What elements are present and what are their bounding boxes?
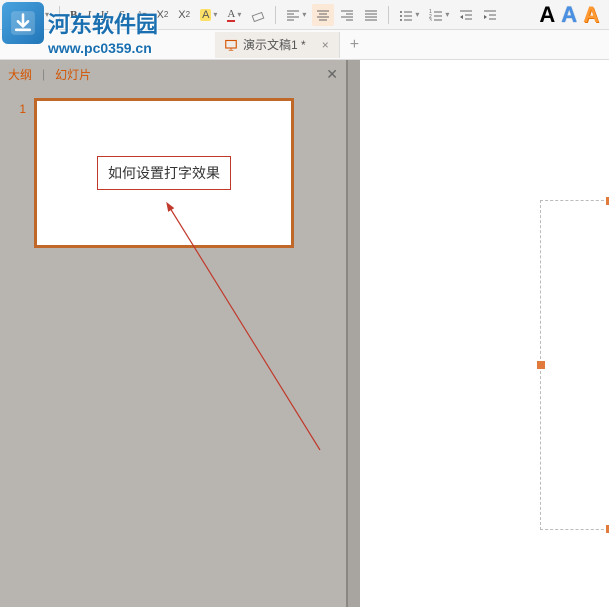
font-sample-3[interactable]: A: [583, 2, 599, 28]
panel-tabs: 大纲 | 幻灯片 ✕: [0, 60, 346, 88]
bullet-list-icon: [399, 9, 413, 21]
align-justify-icon: [364, 9, 378, 21]
textframe-label: 文本框: [10, 7, 43, 23]
close-panel-button[interactable]: ✕: [326, 66, 338, 83]
document-tab[interactable]: 演示文稿1 * ×: [215, 32, 340, 58]
selected-textbox[interactable]: [540, 200, 609, 530]
presentation-icon: [225, 39, 237, 51]
bold-button[interactable]: B: [66, 4, 81, 26]
font-color-button[interactable]: A▾: [223, 4, 245, 26]
strikethrough-button[interactable]: S: [115, 4, 129, 26]
align-right-icon: [340, 9, 354, 21]
dropdown-icon: A▾: [137, 10, 146, 19]
close-tab-button[interactable]: ×: [322, 38, 329, 52]
decrease-indent-icon: [459, 9, 473, 21]
slide-panel: 大纲 | 幻灯片 ✕ 1 如何设置打字效果: [0, 60, 348, 607]
font-sample-1[interactable]: A: [539, 2, 555, 28]
clear-format-button[interactable]: [247, 4, 269, 26]
separator: [275, 6, 276, 24]
underline-button[interactable]: U: [97, 4, 113, 26]
tab-separator: |: [42, 67, 45, 81]
slide-canvas[interactable]: [360, 60, 609, 607]
dropdown-icon: ▾: [213, 10, 217, 19]
thumbnail-row: 1 如何设置打字效果: [16, 98, 330, 248]
resize-handle-left[interactable]: [537, 361, 545, 369]
bullet-list-button[interactable]: ▾: [395, 4, 423, 26]
dropdown-icon: ▾: [302, 10, 306, 19]
separator: [388, 6, 389, 24]
document-tab-title: 演示文稿1 *: [243, 36, 306, 53]
outline-tab[interactable]: 大纲: [8, 66, 32, 83]
document-tab-bar: 演示文稿1 * × +: [0, 30, 609, 60]
align-left-icon: [286, 9, 300, 21]
slide-thumbnail-1[interactable]: 如何设置打字效果: [34, 98, 294, 248]
align-center-icon: [316, 9, 330, 21]
increase-indent-icon: [483, 9, 497, 21]
separator: [59, 6, 60, 24]
dropdown-icon: ▾: [445, 10, 449, 19]
slide-number: 1: [16, 102, 26, 248]
add-tab-button[interactable]: +: [340, 36, 369, 54]
align-center-button[interactable]: [312, 4, 334, 26]
eraser-icon: [251, 8, 265, 22]
font-a-button[interactable]: A▾: [131, 4, 150, 26]
decrease-indent-button[interactable]: [455, 4, 477, 26]
thumbnail-textbox: 如何设置打字效果: [97, 156, 231, 190]
svg-text:3: 3: [429, 18, 432, 21]
highlight-button[interactable]: A▾: [196, 4, 221, 26]
workspace: 大纲 | 幻灯片 ✕ 1 如何设置打字效果: [0, 60, 609, 607]
dropdown-icon: ▾: [415, 10, 419, 19]
subscript-button[interactable]: X2: [174, 4, 194, 26]
italic-button[interactable]: I: [83, 4, 95, 26]
formatting-toolbar: 文本框 ▾ B I U S A▾ X2 X2 A▾ A▾ ▾ ▾ 123 ▾ A…: [0, 0, 609, 30]
align-left-button[interactable]: ▾: [282, 4, 310, 26]
textframe-button[interactable]: 文本框 ▾: [6, 4, 53, 26]
slide-canvas-area[interactable]: [348, 60, 609, 607]
dropdown-icon: ▾: [45, 10, 49, 19]
slides-tab[interactable]: 幻灯片: [55, 66, 91, 83]
font-style-samples: A A A: [539, 2, 603, 28]
superscript-button[interactable]: X2: [152, 4, 172, 26]
number-list-icon: 123: [429, 9, 443, 21]
slide-thumbnails: 1 如何设置打字效果: [0, 88, 346, 607]
align-right-button[interactable]: [336, 4, 358, 26]
font-sample-2[interactable]: A: [561, 2, 577, 28]
increase-indent-button[interactable]: [479, 4, 501, 26]
number-list-button[interactable]: 123 ▾: [425, 4, 453, 26]
dropdown-icon: ▾: [237, 10, 241, 19]
align-justify-button[interactable]: [360, 4, 382, 26]
